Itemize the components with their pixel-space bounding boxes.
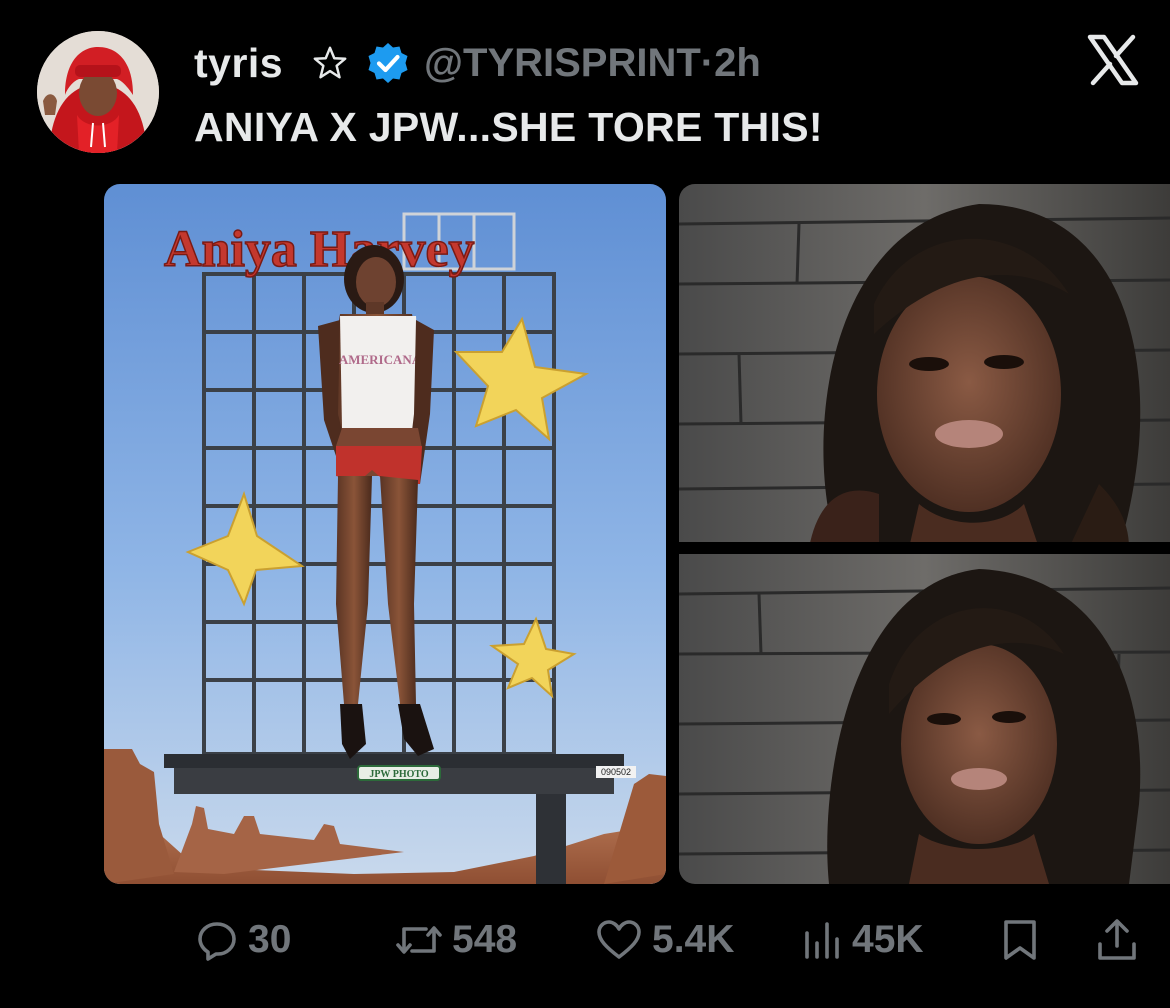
verified-badge-icon bbox=[368, 43, 408, 83]
bookmark-button[interactable] bbox=[1000, 910, 1040, 970]
reply-icon bbox=[198, 922, 236, 961]
avatar[interactable] bbox=[37, 31, 159, 153]
reply-count: 30 bbox=[248, 918, 292, 961]
star-outline-icon bbox=[313, 46, 347, 79]
share-icon bbox=[1098, 919, 1136, 960]
repost-icon bbox=[396, 926, 442, 954]
billboard-title: Aniya Harvey bbox=[164, 221, 475, 278]
views-button[interactable]: 45K bbox=[802, 910, 924, 970]
x-logo-icon[interactable] bbox=[1086, 33, 1140, 87]
like-icon bbox=[597, 920, 641, 959]
like-count: 5.4K bbox=[652, 918, 735, 961]
repost-button[interactable]: 548 bbox=[396, 910, 517, 970]
media-image-billboard[interactable]: Aniya Harvey JPW PHOTO 090502 AMERICANA bbox=[104, 184, 666, 884]
like-button[interactable]: 5.4K bbox=[596, 910, 734, 970]
reply-button[interactable]: 30 bbox=[196, 910, 291, 970]
bookmark-icon bbox=[1004, 920, 1036, 960]
post-text: ANIYA X JPW...SHE TORE THIS! bbox=[194, 104, 823, 150]
shirt-text: AMERICANA bbox=[339, 352, 422, 367]
author-handle-time[interactable]: @TYRISPRINT·2h bbox=[424, 41, 761, 86]
share-button[interactable] bbox=[1096, 910, 1138, 970]
action-bar: 30 548 5.4K 45K bbox=[0, 910, 1170, 970]
photo-code: 090502 bbox=[601, 767, 631, 777]
repost-count: 548 bbox=[452, 918, 518, 961]
jpw-photo-logo: JPW PHOTO bbox=[369, 769, 429, 780]
views-icon bbox=[805, 922, 839, 959]
views-count: 45K bbox=[852, 918, 924, 961]
author-name[interactable]: tyris bbox=[194, 40, 283, 87]
media-image-portraits[interactable] bbox=[679, 184, 1170, 884]
